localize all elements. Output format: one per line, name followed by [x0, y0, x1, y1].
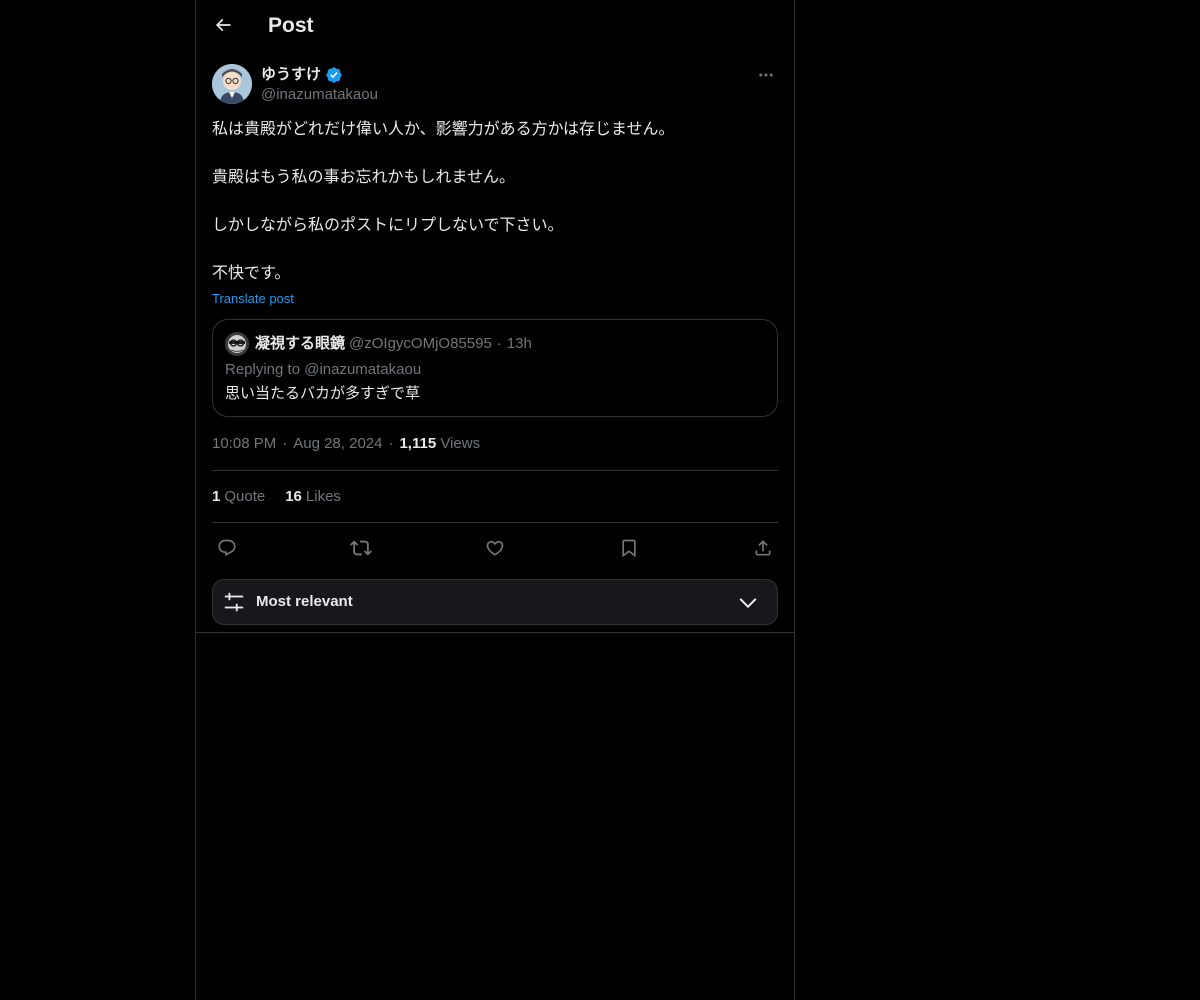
author-handle[interactable]: @inazumatakaou [261, 85, 378, 105]
post-time[interactable]: 10:08 PM [212, 435, 276, 452]
post-timestamp-row: 10:08 PM · Aug 28, 2024 · 1,115 Views [212, 434, 480, 454]
quoted-post[interactable]: 凝視する眼鏡 @zOIgycOMjO85595 · 13h Replying t… [212, 319, 778, 417]
views-count[interactable]: 1,115 [399, 435, 436, 452]
bookmark-icon [622, 539, 636, 558]
quoted-author-name[interactable]: 凝視する眼鏡 [255, 334, 345, 354]
author-name[interactable]: ゆうすけ [261, 65, 343, 85]
likes-label: Likes [305, 488, 341, 505]
quotes-count: 1 [212, 488, 221, 505]
quoted-separator: · [496, 335, 502, 352]
reply-icon [218, 539, 236, 557]
quoted-author-avatar[interactable] [225, 332, 249, 356]
post-paragraph: 不快です。 [212, 265, 291, 282]
action-bar [212, 534, 778, 562]
quoted-meta: 凝視する眼鏡 @zOIgycOMjO85595 · 13h [255, 334, 532, 354]
translate-post-link[interactable]: Translate post [212, 291, 294, 307]
likes-stat[interactable]: 16 Likes [285, 487, 341, 507]
more-dots-icon [759, 73, 773, 77]
reply-button[interactable] [212, 534, 242, 562]
post-text: 私は貴殿がどれだけ偉い人か、影響力がある方かは存じません。 貴殿はもう私の事お忘… [212, 118, 778, 286]
page-title: Post [268, 14, 314, 37]
bookmark-button[interactable] [614, 534, 644, 562]
avatar-image [212, 64, 252, 104]
post: ゆうすけ @inazumatakaou 私は貴殿がどれだけ偉い人か、影響力がある… [212, 64, 778, 625]
likes-count: 16 [285, 488, 302, 505]
like-icon [486, 540, 504, 556]
divider [212, 522, 778, 523]
repost-icon [350, 540, 372, 556]
chevron-down-icon [739, 598, 757, 609]
post-header: Post [196, 0, 794, 53]
quoted-author-handle[interactable]: @zOIgycOMjO85595 [349, 334, 492, 354]
post-paragraph: 貴殿はもう私の事お忘れかもしれません。 [212, 169, 516, 186]
sliders-icon [224, 592, 244, 612]
divider [196, 632, 794, 633]
like-button[interactable] [480, 534, 510, 562]
main-column: Post ゆうすけ @inazumatakaou 私は貴殿がどれだけ偉い人か、影… [195, 0, 795, 1000]
engagement-stats: 1 Quote 16 Likes [212, 487, 361, 507]
replies-sort-dropdown[interactable]: Most relevant [212, 579, 778, 625]
back-button[interactable] [206, 8, 240, 42]
post-date[interactable]: Aug 28, 2024 [293, 435, 382, 452]
post-paragraph: しかしながら私のポストにリプしないで下さい。 [212, 217, 564, 234]
more-options-button[interactable] [754, 64, 778, 86]
sort-label: Most relevant [256, 593, 353, 610]
quoted-avatar-image [225, 332, 249, 356]
quoted-replying-to: Replying to @inazumatakaou [225, 361, 422, 378]
repost-button[interactable] [346, 534, 376, 562]
share-icon [755, 540, 771, 556]
author-avatar[interactable] [212, 64, 252, 104]
quoted-time[interactable]: 13h [507, 334, 532, 354]
author-display-name: ゆうすけ [261, 66, 322, 83]
divider [212, 470, 778, 471]
share-button[interactable] [748, 534, 778, 562]
arrow-left-icon [215, 18, 231, 32]
verified-badge-icon [326, 67, 342, 83]
views-separator: · [388, 435, 394, 452]
quotes-label: Quote [224, 488, 266, 505]
quotes-stat[interactable]: 1 Quote [212, 487, 265, 507]
timestamp-separator: · [282, 435, 288, 452]
views-label: Views [440, 435, 481, 452]
quoted-text: 思い当たるバカが多すぎで草 [225, 385, 421, 402]
post-paragraph: 私は貴殿がどれだけ偉い人か、影響力がある方かは存じません。 [212, 121, 675, 138]
author-row: ゆうすけ @inazumatakaou [212, 64, 778, 106]
